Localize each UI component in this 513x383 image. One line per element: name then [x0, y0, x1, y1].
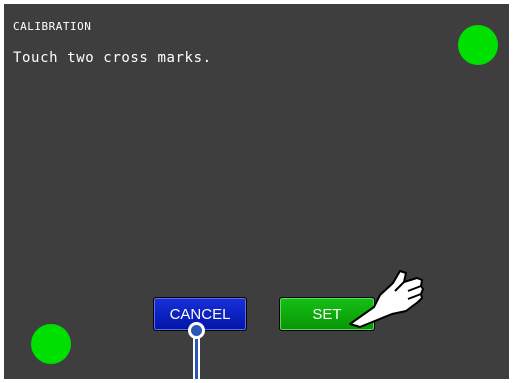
- callout-pin-icon: [188, 322, 205, 339]
- cross-mark-bottom-left[interactable]: [31, 324, 71, 364]
- calibration-screen: CALIBRATION Touch two cross marks. CANCE…: [4, 4, 509, 379]
- instruction-text: Touch two cross marks.: [13, 50, 212, 66]
- hand-pointer-icon: [349, 270, 424, 328]
- screen-title: CALIBRATION: [13, 20, 92, 33]
- cross-mark-top-right[interactable]: [458, 25, 498, 65]
